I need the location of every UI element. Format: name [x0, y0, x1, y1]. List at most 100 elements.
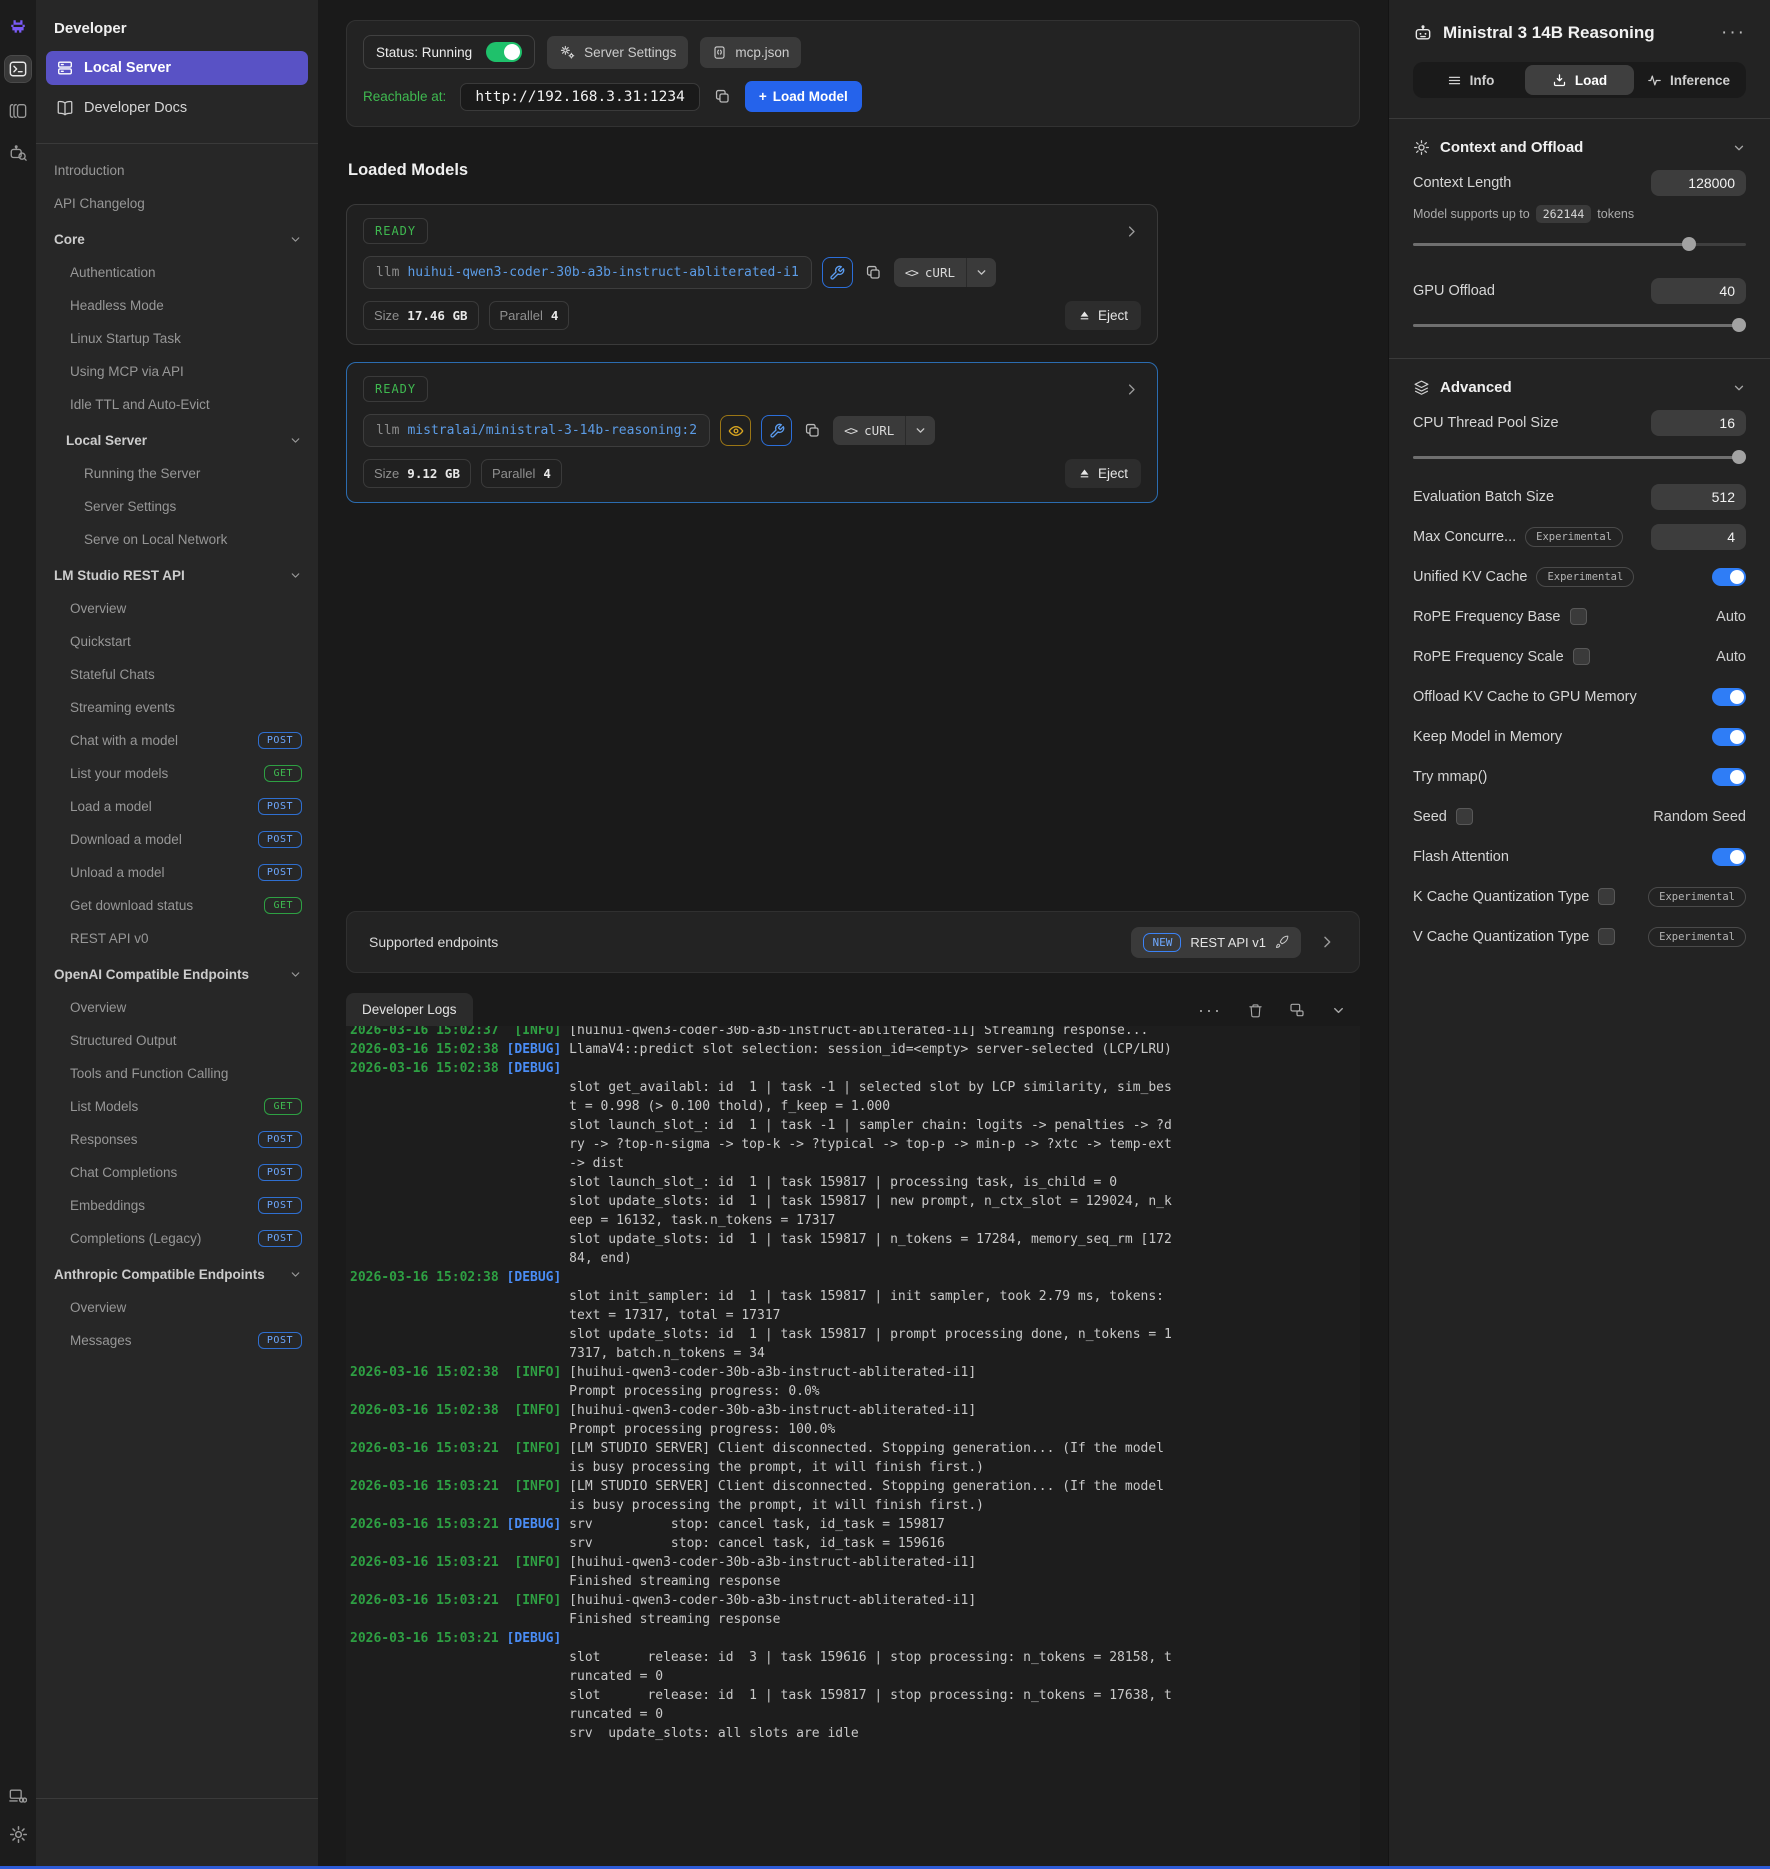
gpu-offload-input[interactable]: 40 [1651, 278, 1746, 304]
sidebar-item-headless-mode[interactable]: Headless Mode [36, 289, 318, 322]
sidebar-item-get-download-status[interactable]: Get download statusGET [36, 889, 318, 922]
sidebar-item-api-changelog[interactable]: API Changelog [36, 187, 318, 220]
chevron-right-icon[interactable] [1122, 222, 1141, 241]
sidebar-item-stateful-chats[interactable]: Stateful Chats [36, 658, 318, 691]
sidebar-section-lm-studio-rest-api[interactable]: LM Studio REST API [36, 559, 318, 592]
sidebar-item-embeddings[interactable]: EmbeddingsPOST [36, 1189, 318, 1222]
sidebar-item-list-your-models[interactable]: List your modelsGET [36, 757, 318, 790]
section-advanced[interactable]: Advanced [1413, 379, 1746, 396]
sidebar-item-using-mcp-via-api[interactable]: Using MCP via API [36, 355, 318, 388]
sidebar-item-unload-a-model[interactable]: Unload a modelPOST [36, 856, 318, 889]
developer-terminal-icon[interactable] [5, 56, 31, 82]
rope-frequency-scale-checkbox[interactable] [1573, 648, 1590, 665]
server-running-toggle[interactable] [486, 42, 522, 62]
sidebar-section-local-server[interactable]: Local Server [36, 424, 318, 457]
sidebar-item-serve-on-local-network[interactable]: Serve on Local Network [36, 523, 318, 556]
developer-logs-output[interactable]: 2026-03-16 15:02:37 [INFO] [huihui-qwen3… [346, 1026, 1360, 1869]
seed-checkbox[interactable] [1456, 808, 1473, 825]
sidebar-item-idle-ttl-and-auto-evict[interactable]: Idle TTL and Auto-Evict [36, 388, 318, 421]
v-cache-quantization-type-checkbox[interactable] [1598, 928, 1615, 945]
sidebar-item-chat-with-a-model[interactable]: Chat with a modelPOST [36, 724, 318, 757]
sidebar-item-local-server[interactable]: Local Server [46, 51, 308, 85]
sidebar-item-structured-output[interactable]: Structured Output [36, 1024, 318, 1057]
settings-gear-icon[interactable] [5, 1821, 31, 1847]
sidebar-item-tools-and-function-calling[interactable]: Tools and Function Calling [36, 1057, 318, 1090]
sidebar-section-core[interactable]: Core [36, 223, 318, 256]
chevron-down-icon[interactable] [1732, 381, 1746, 395]
model-identifier[interactable]: llm mistralai/ministral-3-14b-reasoning:… [363, 414, 710, 447]
sidebar-item-overview[interactable]: Overview [36, 1291, 318, 1324]
sidebar-item-overview[interactable]: Overview [36, 592, 318, 625]
expand-endpoints-chevron[interactable] [1317, 932, 1337, 952]
sidebar-item-server-settings[interactable]: Server Settings [36, 490, 318, 523]
lmstudio-logo-icon[interactable] [5, 14, 31, 40]
sidebar-item-running-the-server[interactable]: Running the Server [36, 457, 318, 490]
gpu-offload-slider[interactable] [1413, 318, 1746, 332]
panel-menu-icon[interactable]: ··· [1721, 22, 1746, 44]
cpu-thread-pool-slider[interactable] [1413, 450, 1746, 464]
server-settings-button[interactable]: Server Settings [547, 36, 688, 69]
sidebar-section-anthropic-compatible-endpoints[interactable]: Anthropic Compatible Endpoints [36, 1258, 318, 1291]
context-length-slider[interactable] [1413, 237, 1746, 251]
sidebar-item-linux-startup-task[interactable]: Linux Startup Task [36, 322, 318, 355]
copy-url-button[interactable] [712, 86, 733, 107]
clear-logs-trash-icon[interactable] [1248, 1003, 1263, 1018]
rope-frequency-base-checkbox[interactable] [1570, 608, 1587, 625]
sidebar-item-completions-legacy[interactable]: Completions (Legacy)POST [36, 1222, 318, 1255]
tab-load[interactable]: Load [1525, 65, 1634, 95]
nav-label: OpenAI Compatible Endpoints [54, 967, 249, 982]
logs-menu-icon[interactable]: ··· [1198, 1005, 1222, 1015]
sidebar-item-rest-api-v0[interactable]: REST API v0 [36, 922, 318, 955]
chevron-down-icon[interactable] [906, 416, 935, 445]
chevron-right-icon[interactable] [1122, 380, 1141, 399]
copy-model-button[interactable] [802, 420, 823, 441]
keep-model-in-memory-toggle[interactable] [1712, 728, 1746, 746]
offload-kv-cache-to-gpu-memory-toggle[interactable] [1712, 688, 1746, 706]
eject-model-button[interactable]: Eject [1065, 459, 1141, 488]
sidebar-item-responses[interactable]: ResponsesPOST [36, 1123, 318, 1156]
developer-logs-tab[interactable]: Developer Logs [346, 993, 473, 1026]
cpu-thread-pool-input[interactable]: 16 [1651, 410, 1746, 436]
sidebar-item-overview[interactable]: Overview [36, 991, 318, 1024]
my-models-icon[interactable] [5, 98, 31, 124]
sidebar-item-streaming-events[interactable]: Streaming events [36, 691, 318, 724]
sidebar-item-list-models[interactable]: List ModelsGET [36, 1090, 318, 1123]
flash-attention-toggle[interactable] [1712, 848, 1746, 866]
collapse-logs-chevron-icon[interactable] [1331, 1003, 1346, 1018]
k-cache-quantization-type-checkbox[interactable] [1598, 888, 1615, 905]
sidebar-item-developer-docs[interactable]: Developer Docs [46, 91, 308, 125]
unified-kv-cache-toggle[interactable] [1712, 568, 1746, 586]
copy-model-button[interactable] [863, 262, 884, 283]
server-url-field[interactable]: http://192.168.3.31:1234 [460, 83, 700, 111]
sidebar-item-authentication[interactable]: Authentication [36, 256, 318, 289]
local-network-icon[interactable] [5, 1783, 31, 1809]
sidebar-item-quickstart[interactable]: Quickstart [36, 625, 318, 658]
chevron-down-icon[interactable] [1732, 141, 1746, 155]
try-mmap-toggle[interactable] [1712, 768, 1746, 786]
tab-info[interactable]: Info [1416, 65, 1525, 95]
context-length-input[interactable]: 128000 [1651, 170, 1746, 196]
sidebar-item-chat-completions[interactable]: Chat CompletionsPOST [36, 1156, 318, 1189]
section-context-and-offload[interactable]: Context and Offload [1413, 139, 1746, 156]
tools-wrench-button[interactable] [761, 415, 792, 446]
tab-inference[interactable]: Inference [1634, 65, 1743, 95]
tools-wrench-button[interactable] [822, 257, 853, 288]
eject-model-button[interactable]: Eject [1065, 301, 1141, 330]
discover-icon[interactable] [5, 140, 31, 166]
sidebar-item-load-a-model[interactable]: Load a modelPOST [36, 790, 318, 823]
sidebar-item-download-a-model[interactable]: Download a modelPOST [36, 823, 318, 856]
sidebar-section-openai-compatible-endpoints[interactable]: OpenAI Compatible Endpoints [36, 958, 318, 991]
vision-eye-button[interactable] [720, 415, 751, 446]
curl-button[interactable]: <>cURL [833, 416, 935, 445]
mcp-json-button[interactable]: mcp.json [700, 37, 801, 68]
chevron-down-icon[interactable] [967, 258, 996, 287]
max-concurre-input[interactable]: 4 [1651, 524, 1746, 550]
model-identifier[interactable]: llm huihui-qwen3-coder-30b-a3b-instruct-… [363, 256, 812, 289]
curl-button[interactable]: <>cURL [894, 258, 996, 287]
sidebar-item-introduction[interactable]: Introduction [36, 154, 318, 187]
popout-logs-icon[interactable] [1289, 1002, 1305, 1018]
load-model-button[interactable]: + Load Model [745, 81, 862, 112]
sidebar-item-messages[interactable]: MessagesPOST [36, 1324, 318, 1357]
rest-api-v1-pill[interactable]: NEW REST API v1 [1131, 927, 1301, 958]
evaluation-batch-size-input[interactable]: 512 [1651, 484, 1746, 510]
